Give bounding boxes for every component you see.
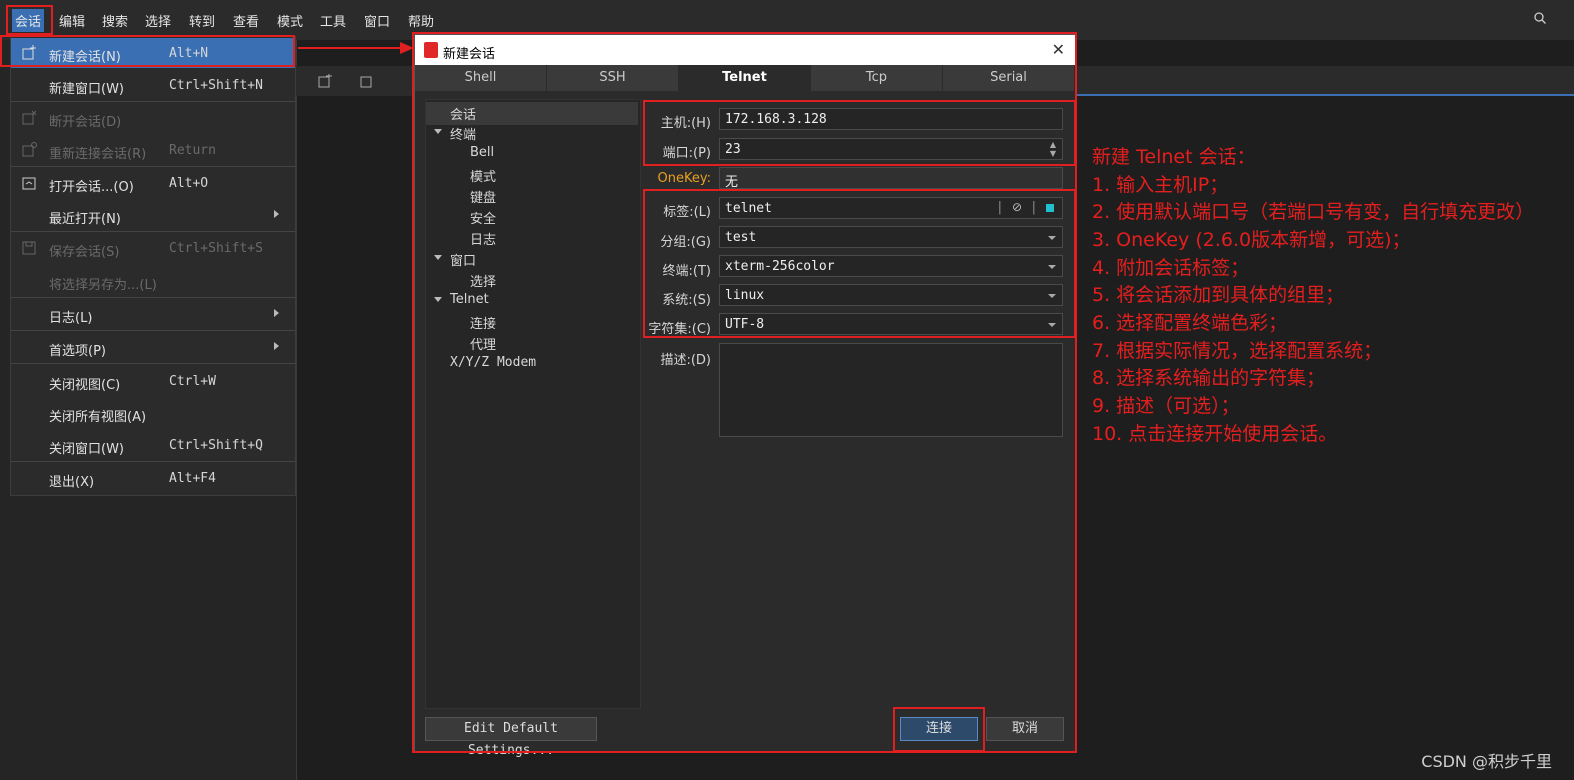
menu-window[interactable]: 窗口 (364, 11, 390, 30)
open-folder-icon (22, 177, 36, 190)
menu-item-shortcut: Ctrl+Shift+S (169, 241, 263, 256)
menu-edit[interactable]: 编辑 (59, 11, 85, 30)
note-line: 6. 选择配置终端色彩； (1092, 312, 1288, 334)
note-line: 10. 点击连接开始使用会话。 (1092, 423, 1338, 445)
menu-goto[interactable]: 转到 (189, 11, 215, 30)
menu-item-close-window[interactable]: 关闭窗口(W) Ctrl+Shift+Q (11, 430, 295, 460)
save-icon (22, 241, 36, 255)
menu-item-exit[interactable]: 退出(X) Alt+F4 (11, 463, 295, 493)
menu-item-save-selection: 将选择另存为...(L) (11, 266, 295, 296)
menu-item-preferences[interactable]: 首选项(P) (11, 332, 295, 362)
menu-separator (11, 231, 295, 232)
note-line: 3. OneKey (2.6.0版本新增，可选)； (1092, 229, 1411, 251)
menu-item-shortcut: Ctrl+Shift+Q (169, 438, 263, 453)
annotation-box-menu (6, 5, 53, 35)
menu-item-label: 退出(X) (49, 475, 95, 490)
annotation-box-host-port (643, 100, 1076, 166)
annotation-box-settings (643, 189, 1076, 338)
menu-item-save-session: 保存会话(S) Ctrl+Shift+S (11, 233, 295, 263)
note-line: 1. 输入主机IP； (1092, 174, 1229, 196)
watermark: CSDN @积步千里 (1421, 752, 1552, 771)
menu-item-shortcut: Alt+F4 (169, 471, 216, 486)
menu-item-label: 重新连接会话(R) (49, 147, 147, 162)
menu-item-label: 关闭所有视图(A) (49, 410, 147, 425)
menu-item-reconnect: 重新连接会话(R) Return (11, 135, 295, 165)
menu-item-label: 首选项(P) (49, 344, 106, 359)
menu-item-new-window[interactable]: 新建窗口(W) Ctrl+Shift+N (11, 70, 295, 100)
menu-item-log[interactable]: 日志(L) (11, 299, 295, 329)
menu-item-disconnect: 断开会话(D) (11, 103, 295, 133)
annotation-arrow-icon (298, 42, 414, 54)
note-line: 新建 Telnet 会话： (1092, 146, 1256, 168)
submenu-arrow-icon (274, 309, 279, 317)
session-dropdown-menu: 新建会话(N) Alt+N 新建窗口(W) Ctrl+Shift+N 断开会话(… (10, 36, 296, 496)
active-tab-indicator (1074, 94, 1574, 96)
menu-item-label: 将选择另存为...(L) (49, 278, 157, 293)
menu-separator (11, 101, 295, 102)
submenu-arrow-icon (274, 210, 279, 218)
menu-view[interactable]: 查看 (233, 11, 259, 30)
menu-separator (11, 461, 295, 462)
submenu-arrow-icon (274, 342, 279, 350)
menu-separator (11, 297, 295, 298)
note-line: 8. 选择系统输出的字符集； (1092, 367, 1326, 389)
note-line: 7. 根据实际情况，选择配置系统； (1092, 340, 1383, 362)
disconnect-icon (22, 110, 37, 125)
menu-separator (11, 363, 295, 364)
note-line: 2. 使用默认端口号（若端口号有变，自行填充更改） (1092, 201, 1535, 223)
menu-item-label: 保存会话(S) (49, 245, 120, 260)
menu-item-label: 关闭窗口(W) (49, 442, 124, 457)
menu-item-shortcut: Alt+O (169, 176, 209, 191)
note-line: 5. 将会话添加到具体的组里； (1092, 284, 1345, 306)
menu-search[interactable]: 搜索 (102, 11, 128, 30)
menu-separator (11, 166, 295, 167)
menu-item-recent[interactable]: 最近打开(N) (11, 200, 295, 230)
menu-select[interactable]: 选择 (145, 11, 171, 30)
annotation-box-new-session (0, 35, 295, 67)
menu-item-label: 最近打开(N) (49, 212, 121, 227)
menu-item-label: 打开会话...(O) (49, 180, 134, 195)
menu-item-label: 断开会话(D) (49, 115, 122, 130)
menu-item-shortcut: Ctrl+W (169, 374, 216, 389)
menu-item-label: 关闭视图(C) (49, 378, 121, 393)
reconnect-icon (22, 142, 37, 157)
menu-item-label: 日志(L) (49, 311, 93, 326)
menu-tools[interactable]: 工具 (320, 11, 346, 30)
menu-mode[interactable]: 模式 (277, 11, 303, 30)
annotation-box-connect (893, 707, 985, 752)
menu-item-open-session[interactable]: 打开会话...(O) Alt+O (11, 168, 295, 198)
new-tab-icon[interactable] (318, 74, 332, 88)
menu-separator (11, 330, 295, 331)
menu-item-close-view[interactable]: 关闭视图(C) Ctrl+W (11, 366, 295, 396)
menu-item-close-all-views[interactable]: 关闭所有视图(A) (11, 398, 295, 428)
new-window-icon[interactable] (360, 74, 374, 88)
menu-help[interactable]: 帮助 (408, 11, 434, 30)
menu-item-shortcut: Ctrl+Shift+N (169, 78, 263, 93)
menu-item-label: 新建窗口(W) (49, 82, 124, 97)
note-line: 9. 描述（可选）； (1092, 395, 1240, 417)
note-line: 4. 附加会话标签； (1092, 257, 1250, 279)
menu-item-shortcut: Return (169, 143, 216, 158)
search-icon[interactable] (1534, 12, 1546, 24)
